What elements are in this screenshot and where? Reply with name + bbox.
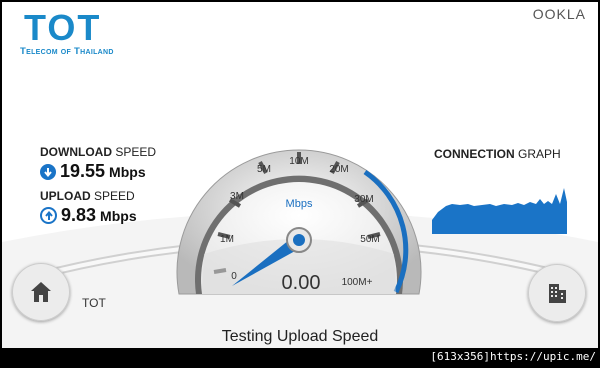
download-unit: Mbps [109,163,146,180]
gauge-label-3m: 3M [230,191,244,202]
arrow-up-icon [40,207,57,224]
connection-graph-title: CONNECTION GRAPH [434,147,561,161]
upload-title: UPLOAD SPEED [40,189,135,203]
status-text: Testing Upload Speed [221,328,379,345]
isp-label: TOT [82,296,106,310]
gauge-label-10m: 10M [289,156,308,167]
gauge-reading: 0.00 [282,272,321,294]
server-button[interactable] [528,264,586,322]
download-value: 19.55 Mbps [40,161,146,182]
ookla-logo: OOKLA [532,6,586,22]
gauge-label-0: 0 [231,271,237,282]
home-icon [31,282,51,302]
connection-graph [432,188,567,234]
tot-logo-mark: TOT [24,10,101,44]
arrow-down-icon [40,163,56,180]
gauge-label-50m: 50M [360,234,379,245]
speed-gauge: 0 1M 3M 5M 10M 20M 30M 50M 100M+ Mbps 0.… [176,149,422,295]
gauge-unit: Mbps [286,198,313,210]
download-number: 19.55 [60,161,106,181]
footer-caption: [613x356]https://upic.me/ [430,350,596,363]
tot-logo: TOT Telecom of Thailand [20,10,170,60]
upload-value: 9.83 Mbps [40,205,137,226]
gauge-label-100m: 100M+ [342,277,373,288]
gauge-label-5m: 5M [257,164,271,175]
building-icon [549,284,566,303]
upload-unit: Mbps [100,207,137,224]
gauge-label-1m: 1M [220,234,234,245]
logo-subtitle: Telecom of Thailand [20,46,114,57]
svg-text:TOT: TOT [24,10,101,44]
gauge-label-30m: 30M [354,194,373,205]
gauge-label-20m: 20M [329,164,348,175]
speedtest-window: TOT Telecom of Thailand OOKLA DOWNLOAD S… [2,2,598,348]
home-button[interactable] [12,263,70,321]
download-title: DOWNLOAD SPEED [40,145,157,159]
upload-number: 9.83 [61,205,97,225]
